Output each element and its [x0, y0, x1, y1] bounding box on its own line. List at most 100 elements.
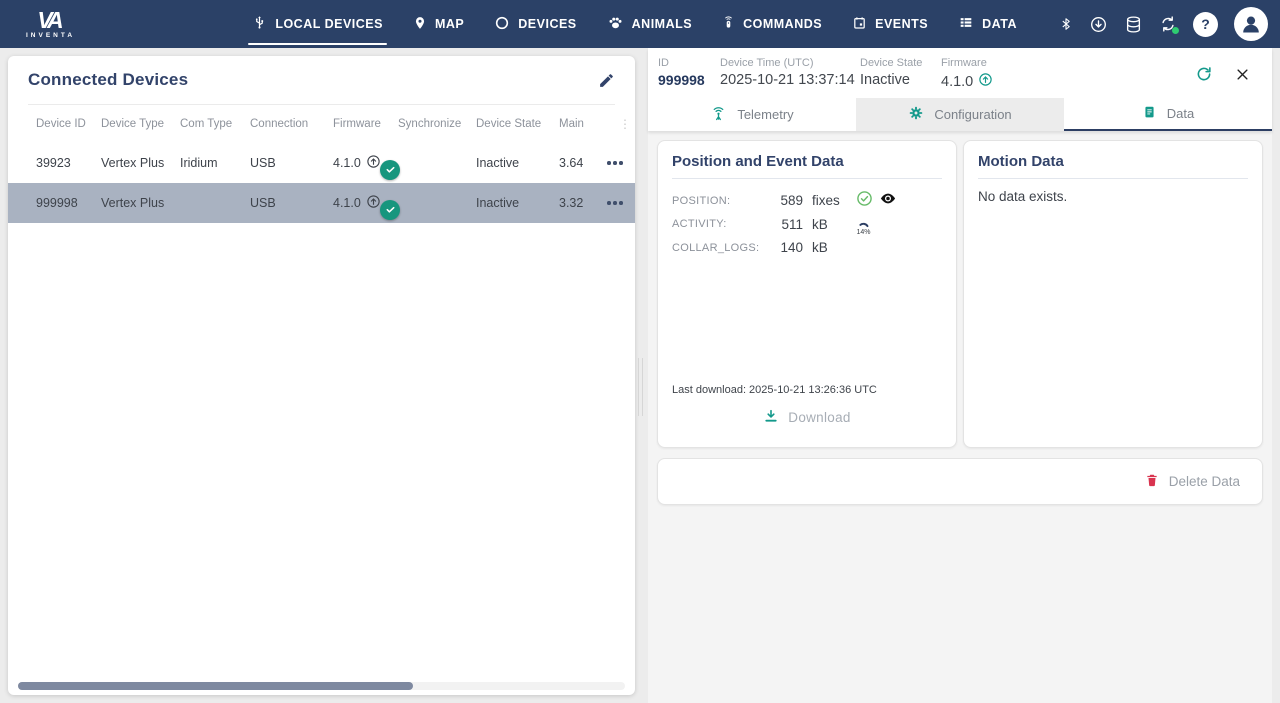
help-glyph: ?: [1201, 16, 1210, 32]
nav-data[interactable]: DATA: [958, 0, 1017, 48]
cell-device-type: Vertex Plus: [101, 196, 180, 210]
nav-animals[interactable]: ANIMALS: [607, 0, 692, 48]
col-main: Main: [559, 118, 605, 130]
row-more-options-icon[interactable]: [605, 155, 635, 171]
sync-icon[interactable]: [1159, 15, 1177, 33]
delete-data-bar: Delete Data: [657, 458, 1263, 505]
paw-icon: [607, 15, 624, 34]
row-more-options-icon[interactable]: [605, 195, 635, 211]
cell-connection: USB: [250, 156, 333, 170]
tab-configuration[interactable]: Configuration: [856, 98, 1064, 131]
last-download-text: Last download: 2025-10-21 13:26:36 UTC: [672, 384, 942, 396]
utility-icons: ?: [1059, 7, 1268, 41]
toggle-check-icon: [380, 200, 400, 220]
tab-telemetry[interactable]: Telemetry: [648, 98, 856, 131]
cell-main: 3.32: [559, 196, 605, 210]
firmware-group: Firmware 4.1.0: [941, 57, 993, 91]
cell-device-id: 39923: [36, 156, 101, 170]
firmware-update-icon[interactable]: [366, 154, 381, 172]
col-device-type: Device Type: [101, 118, 180, 130]
nav-local-devices[interactable]: LOCAL DEVICES: [252, 0, 383, 48]
table-row-selected[interactable]: 999998 Vertex Plus USB 4.1.0 Inactive 3.…: [8, 183, 635, 223]
collar-logs-row: COLLAR_LOGS: 140 kB: [672, 236, 942, 259]
row-unit: kB: [812, 217, 856, 232]
row-value: 589: [764, 193, 812, 208]
progress-percent: 14%: [856, 229, 870, 236]
row-unit: kB: [812, 240, 856, 255]
inventa-logo[interactable]: VA INVENTA: [26, 9, 75, 40]
row-value: 511: [764, 217, 812, 232]
time-value: 2025-10-21 13:37:14: [720, 72, 860, 88]
scrollbar-thumb[interactable]: [18, 682, 413, 690]
col-firmware: Firmware: [333, 118, 398, 130]
bluetooth-icon[interactable]: [1059, 15, 1073, 33]
sync-status-dot: [1172, 27, 1179, 34]
motion-data-card: Motion Data No data exists.: [963, 140, 1263, 448]
cell-firmware: 4.1.0: [333, 156, 361, 170]
nav-label: COMMANDS: [743, 17, 822, 31]
row-label: ACTIVITY:: [672, 218, 764, 230]
cell-com-type: Iridium: [180, 156, 250, 170]
download-label: Download: [788, 410, 850, 425]
table-header-row: Device ID Device Type Com Type Connectio…: [8, 105, 635, 143]
tab-data[interactable]: Data: [1064, 98, 1272, 131]
close-icon[interactable]: [1235, 67, 1250, 82]
delete-label: Delete Data: [1169, 474, 1240, 489]
nav-label: DATA: [982, 17, 1017, 31]
detail-tabs: Telemetry: [648, 98, 1272, 131]
nav-map[interactable]: MAP: [413, 0, 464, 48]
activity-row: ACTIVITY: 511 kB 14%: [672, 212, 942, 236]
card-title: Motion Data: [978, 153, 1248, 179]
firmware-update-icon[interactable]: [1089, 15, 1108, 34]
state-label: Device State: [860, 57, 941, 69]
top-navbar: VA INVENTA LOCAL DEVICES MAP: [0, 0, 1280, 48]
row-label: POSITION:: [672, 195, 764, 207]
usb-icon: [252, 14, 267, 34]
tab-label: Telemetry: [737, 107, 793, 122]
device-time-group: Device Time (UTC) 2025-10-21 13:37:14: [720, 57, 860, 88]
main-navigation: LOCAL DEVICES MAP DEVICES: [252, 0, 1017, 48]
download-icon: [763, 408, 779, 427]
firmware-update-icon[interactable]: [366, 194, 381, 212]
horizontal-scrollbar[interactable]: [18, 682, 625, 690]
download-button[interactable]: Download: [763, 408, 850, 427]
map-pin-icon: [413, 15, 427, 34]
detail-info-row: ID 999998 Device Time (UTC) 2025-10-21 1…: [648, 48, 1272, 98]
refresh-icon[interactable]: [1195, 65, 1213, 83]
col-device-state: Device State: [476, 118, 559, 130]
download-progress-indicator: 14%: [856, 222, 871, 236]
user-avatar-icon[interactable]: [1234, 7, 1268, 41]
nav-devices[interactable]: DEVICES: [494, 0, 576, 48]
row-unit: fixes: [812, 193, 856, 208]
help-icon[interactable]: ?: [1193, 12, 1218, 37]
database-icon[interactable]: [1124, 15, 1143, 34]
state-value: Inactive: [860, 72, 941, 88]
firmware-value: 4.1.0: [941, 74, 973, 90]
view-eye-icon[interactable]: [878, 190, 898, 212]
table-row[interactable]: 39923 Vertex Plus Iridium USB 4.1.0 Inac…: [8, 143, 635, 183]
table-icon: [958, 15, 974, 33]
gear-icon: [908, 105, 924, 124]
remote-icon: [722, 14, 735, 34]
delete-data-button[interactable]: Delete Data: [1145, 472, 1240, 491]
cell-firmware: 4.1.0: [333, 196, 361, 210]
nav-label: DEVICES: [518, 17, 576, 31]
connected-devices-panel: Connected Devices Device ID Device Type …: [8, 56, 635, 695]
edit-pencil-icon[interactable]: [598, 72, 615, 89]
firmware-update-icon[interactable]: [978, 72, 993, 91]
trash-icon: [1145, 472, 1159, 491]
toggle-check-icon: [380, 160, 400, 180]
panel-resize-handle[interactable]: [638, 358, 643, 416]
nav-label: ANIMALS: [632, 17, 692, 31]
cell-device-state: Inactive: [476, 196, 559, 210]
firmware-label: Firmware: [941, 57, 993, 69]
card-title: Position and Event Data: [672, 153, 942, 179]
col-device-id: Device ID: [36, 118, 101, 130]
nav-commands[interactable]: COMMANDS: [722, 0, 822, 48]
device-id-group: ID 999998: [658, 57, 720, 88]
nav-label: EVENTS: [875, 17, 928, 31]
col-connection: Connection: [250, 118, 333, 130]
nav-events[interactable]: EVENTS: [852, 0, 928, 48]
nav-label: MAP: [435, 17, 464, 31]
column-menu-icon[interactable]: ⋮: [619, 117, 635, 131]
